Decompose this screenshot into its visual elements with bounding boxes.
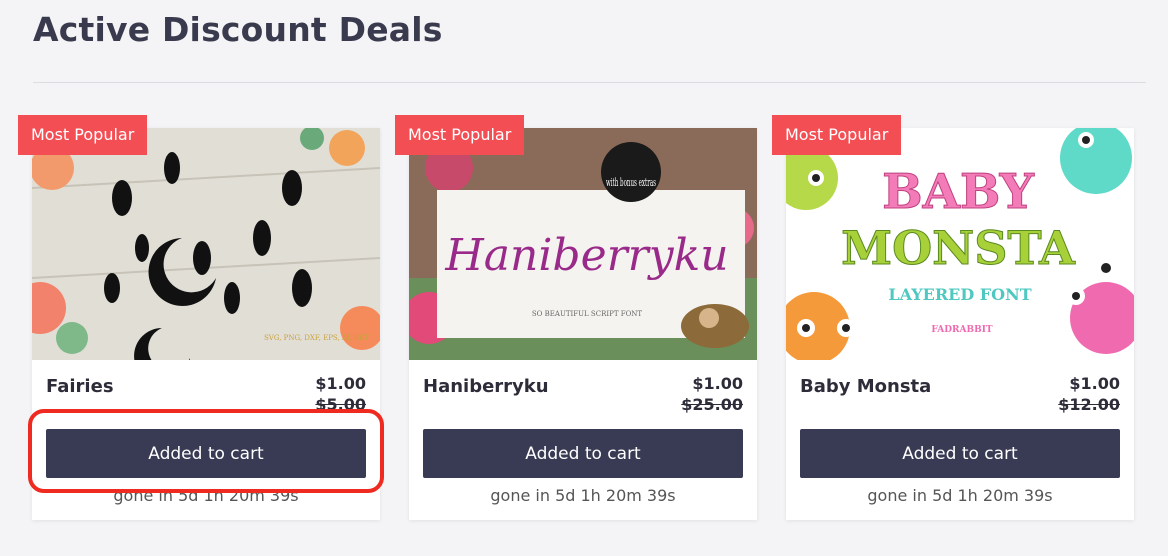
added-to-cart-button[interactable]: Added to cart [800,429,1120,478]
product-image-baby-monsta[interactable]: BABY MONSTA LAYERED FONT FADRABBIT [786,128,1134,360]
deal-timer: gone in 5d 1h 20m 39s [867,486,1053,505]
most-popular-badge: Most Popular [395,115,525,155]
product-image-haniberryku[interactable]: with bonus extras Haniberryku SO BEAUTIF… [409,128,757,360]
added-to-cart-button[interactable]: Added to cart [423,429,743,478]
deal-card-haniberryku[interactable]: with bonus extras Haniberryku SO BEAUTIF… [409,128,757,520]
image-line2-text: MONSTA [841,221,1076,275]
image-line3-text: LAYERED FONT [888,285,1031,304]
product-name[interactable]: Haniberryku [423,376,549,397]
most-popular-badge: Most Popular [772,115,902,155]
product-name[interactable]: Fairies [46,376,114,397]
page-title: Active Discount Deals [33,10,443,49]
image-caption: SVG, PNG, DXF, EPS, AI, SKT [264,334,369,342]
sale-price: $1.00 [692,374,743,393]
original-price: $12.00 [1058,395,1120,414]
product-image-fairies[interactable]: SVG, PNG, DXF, EPS, AI, SKT [32,128,380,360]
deal-timer: gone in 5d 1h 20m 39s [490,486,676,505]
most-popular-badge: Most Popular [18,115,148,155]
original-price: $25.00 [681,395,743,414]
image-subtitle-text: SO BEAUTIFUL SCRIPT FONT [532,310,643,318]
highlight-outline [28,409,384,493]
image-brand-text: FADRABBIT [931,325,993,335]
divider [33,82,1146,83]
sale-price: $1.00 [315,374,366,393]
deal-card-baby-monsta[interactable]: BABY MONSTA LAYERED FONT FADRABBIT Baby … [786,128,1134,520]
sale-price: $1.00 [1069,374,1120,393]
image-title-text: Haniberryku [444,230,728,281]
image-line1-text: BABY [882,164,1035,220]
image-bonus-text: with bonus extras [606,176,656,189]
product-name[interactable]: Baby Monsta [800,376,931,397]
